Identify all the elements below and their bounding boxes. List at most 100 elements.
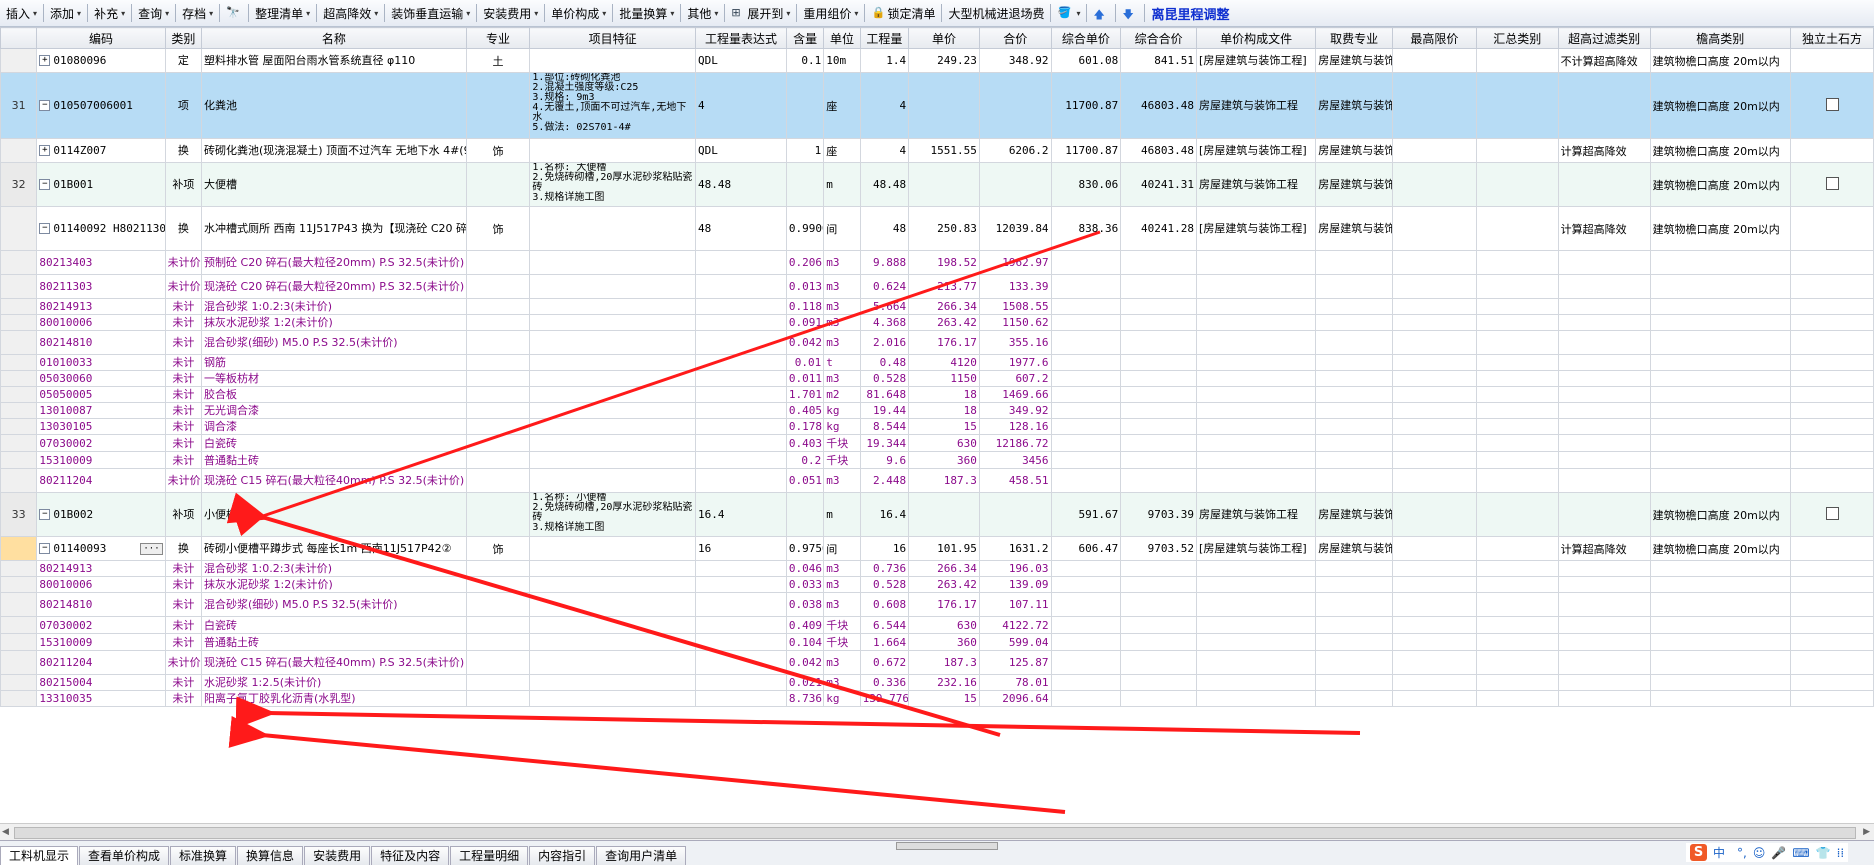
- height-filter-category-cell[interactable]: [1557, 298, 1651, 315]
- price-composition-file-cell[interactable]: [1196, 434, 1317, 452]
- quantity-expression-cell[interactable]: [695, 592, 787, 617]
- price-limit-cell[interactable]: [1392, 434, 1477, 452]
- price-limit-cell[interactable]: [1392, 330, 1477, 355]
- unit-price-cell[interactable]: 630: [908, 434, 980, 452]
- quantity-cell[interactable]: 9.6: [859, 451, 910, 469]
- eave-category-cell[interactable]: [1649, 650, 1792, 675]
- quantity-expression-cell[interactable]: 16: [695, 536, 787, 561]
- toolbar-item-1[interactable]: 添加 ▾: [46, 2, 85, 24]
- quantity-expression-cell[interactable]: [695, 576, 787, 593]
- summary-category-cell[interactable]: [1475, 354, 1559, 371]
- price-composition-file-cell[interactable]: [1196, 576, 1317, 593]
- fee-specialty-cell[interactable]: [1315, 674, 1393, 691]
- unit-cell[interactable]: m: [823, 162, 861, 207]
- table-row[interactable]: 32−01B001 补项 大便槽 1.名称: 大便槽 2.免烧砖砌槽,20厚水泥砂浆粘…: [0, 162, 1874, 207]
- feature-cell[interactable]: [529, 314, 696, 331]
- height-filter-category-cell[interactable]: [1557, 250, 1651, 275]
- toolbar-item-4[interactable]: 存档 ▾: [178, 2, 217, 24]
- summary-category-cell[interactable]: [1475, 314, 1559, 331]
- material-row[interactable]: 07030002 未计 白瓷砖 0.409 千块 6.544 630 4122.72: [0, 616, 1874, 634]
- total-price-cell[interactable]: 1962.97: [978, 250, 1052, 275]
- ellipsis-button[interactable]: ···: [140, 542, 163, 555]
- quantity-cell[interactable]: 9.888: [859, 250, 910, 275]
- name-cell[interactable]: 现浇砼 C20 碎石(最大粒径20mm) P.S 32.5(未计价): [201, 274, 467, 299]
- content-cell[interactable]: 0.021: [785, 674, 825, 691]
- composite-total-cell[interactable]: [1120, 418, 1198, 435]
- composite-total-cell[interactable]: [1120, 616, 1198, 634]
- content-cell[interactable]: 0.038: [785, 592, 825, 617]
- quantity-expression-cell[interactable]: [695, 330, 787, 355]
- total-price-cell[interactable]: 599.04: [978, 633, 1052, 651]
- column-header-19[interactable]: 檐高类别: [1649, 27, 1792, 49]
- fee-specialty-cell[interactable]: [1315, 592, 1393, 617]
- eave-category-cell[interactable]: 建筑物檐口高度 20m以内: [1649, 138, 1792, 163]
- quantity-cell[interactable]: 0.336: [859, 674, 910, 691]
- price-limit-cell[interactable]: [1392, 48, 1477, 73]
- category-cell[interactable]: 未计: [164, 592, 203, 617]
- unit-cell[interactable]: 间: [823, 536, 861, 561]
- height-filter-category-cell[interactable]: [1557, 492, 1651, 537]
- unit-cell[interactable]: kg: [823, 690, 861, 707]
- price-limit-cell[interactable]: [1392, 468, 1477, 493]
- composite-total-cell[interactable]: [1120, 402, 1198, 419]
- height-filter-category-cell[interactable]: [1557, 560, 1651, 577]
- sogou-logo-icon[interactable]: S: [1690, 844, 1707, 861]
- composite-unit-price-cell[interactable]: 830.06: [1050, 162, 1122, 207]
- code-cell[interactable]: 15310009: [36, 633, 166, 651]
- quantity-cell[interactable]: 19.344: [859, 434, 910, 452]
- total-price-cell[interactable]: 1631.2: [978, 536, 1052, 561]
- specialty-cell[interactable]: [465, 418, 531, 435]
- composite-unit-price-cell[interactable]: [1050, 250, 1122, 275]
- composite-unit-price-cell[interactable]: [1050, 434, 1122, 452]
- code-cell[interactable]: 15310009: [36, 451, 166, 469]
- total-price-cell[interactable]: 1508.55: [978, 298, 1052, 315]
- unit-price-cell[interactable]: 15: [908, 418, 980, 435]
- total-price-cell[interactable]: [978, 492, 1052, 537]
- summary-category-cell[interactable]: [1475, 48, 1559, 73]
- price-composition-file-cell[interactable]: [1196, 616, 1317, 634]
- unit-price-cell[interactable]: 213.77: [908, 274, 980, 299]
- eave-category-cell[interactable]: [1649, 402, 1792, 419]
- unit-cell[interactable]: 千块: [823, 451, 861, 469]
- independent-earthwork-cell[interactable]: [1790, 274, 1874, 299]
- content-cell[interactable]: 0.013: [785, 274, 825, 299]
- composite-total-cell[interactable]: 46803.48: [1120, 72, 1198, 139]
- toolbar-item-20[interactable]: 离昆里程调整: [1147, 2, 1233, 24]
- category-cell[interactable]: 未计: [164, 386, 203, 403]
- height-filter-category-cell[interactable]: [1557, 576, 1651, 593]
- column-header-0[interactable]: [0, 27, 38, 49]
- composite-unit-price-cell[interactable]: 11700.87: [1050, 138, 1122, 163]
- unit-price-cell[interactable]: 263.42: [908, 314, 980, 331]
- quantity-expression-cell[interactable]: [695, 314, 787, 331]
- code-cell[interactable]: 13030105: [36, 418, 166, 435]
- specialty-cell[interactable]: [465, 386, 531, 403]
- fee-specialty-cell[interactable]: [1315, 274, 1393, 299]
- height-filter-category-cell[interactable]: 不计算超高降效: [1557, 48, 1651, 73]
- height-filter-category-cell[interactable]: [1557, 274, 1651, 299]
- quantity-expression-cell[interactable]: [695, 650, 787, 675]
- specialty-cell[interactable]: 饰: [465, 536, 531, 561]
- total-price-cell[interactable]: 3456: [978, 451, 1052, 469]
- fee-specialty-cell[interactable]: 房屋建筑与装饰工程: [1315, 72, 1393, 139]
- unit-price-cell[interactable]: 187.3: [908, 650, 980, 675]
- feature-cell[interactable]: [529, 616, 696, 634]
- feature-cell[interactable]: [529, 451, 696, 469]
- feature-cell[interactable]: [529, 138, 696, 163]
- height-filter-category-cell[interactable]: 计算超高降效: [1557, 206, 1651, 251]
- category-cell[interactable]: 未计: [164, 674, 203, 691]
- fee-specialty-cell[interactable]: [1315, 434, 1393, 452]
- summary-category-cell[interactable]: [1475, 162, 1559, 207]
- specialty-cell[interactable]: [465, 370, 531, 387]
- quantity-cell[interactable]: 4.368: [859, 314, 910, 331]
- quantity-cell[interactable]: 16.4: [859, 492, 910, 537]
- price-limit-cell[interactable]: [1392, 492, 1477, 537]
- total-price-cell[interactable]: 355.16: [978, 330, 1052, 355]
- collapse-node-icon[interactable]: −: [39, 100, 51, 112]
- horizontal-scrollbar[interactable]: ◀ ▶: [0, 823, 1874, 841]
- content-cell[interactable]: 0.046: [785, 560, 825, 577]
- quantity-cell[interactable]: 0.672: [859, 650, 910, 675]
- code-cell[interactable]: 80010006: [36, 576, 166, 593]
- content-cell[interactable]: 0.206: [785, 250, 825, 275]
- table-row[interactable]: +01080096 定塑料排水管 屋面阳台雨水管系统直径 φ110 土 QDL 0.1 1…: [0, 48, 1874, 73]
- category-cell[interactable]: 未计: [164, 330, 203, 355]
